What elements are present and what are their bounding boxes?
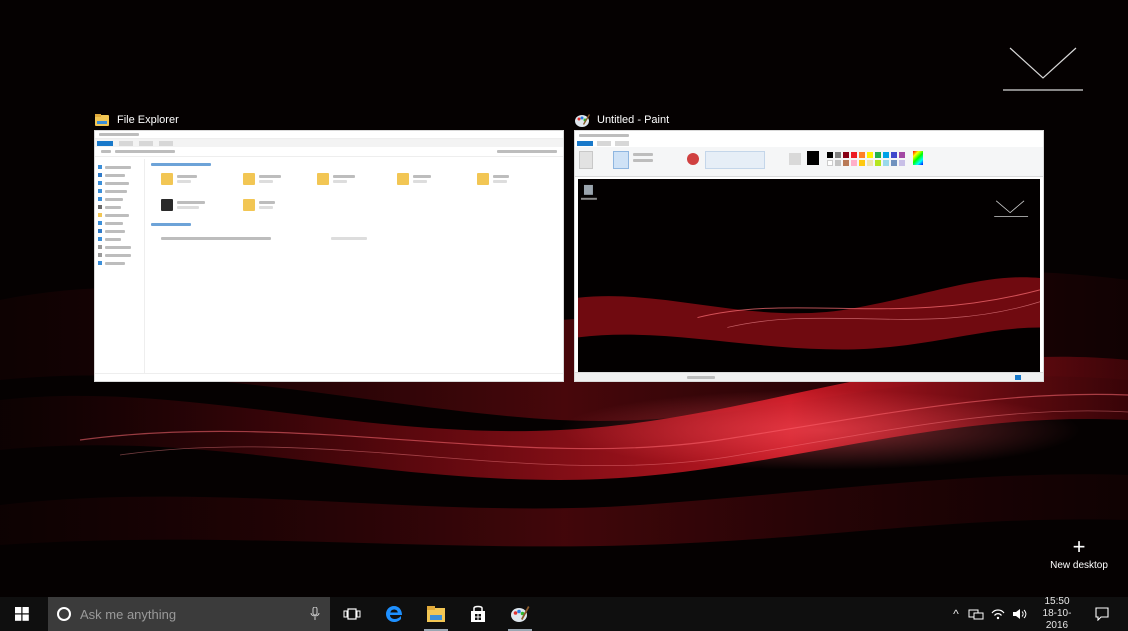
file-explorer-thumbnail[interactable] (94, 130, 564, 382)
paint-icon (511, 606, 530, 622)
volume-icon (1013, 609, 1027, 619)
window-title-bar: Untitled - Paint (574, 112, 669, 128)
task-view-icon (343, 608, 361, 620)
microphone-icon[interactable] (310, 607, 320, 621)
volume-tray-button[interactable] (1010, 597, 1030, 631)
clock[interactable]: 15:50 18-10-2016 (1032, 596, 1082, 631)
file-explorer-icon (427, 606, 445, 622)
new-desktop-button[interactable]: + New desktop (1046, 534, 1112, 572)
paint-taskbar-button[interactable] (502, 597, 538, 631)
network-icon (968, 609, 984, 620)
show-hidden-icons-button[interactable]: ^ (948, 597, 964, 631)
file-explorer-taskbar-button[interactable] (418, 597, 454, 631)
windows-start-icon (15, 607, 29, 621)
wifi-icon (991, 609, 1005, 620)
folder-icon (95, 114, 109, 126)
start-button[interactable] (0, 597, 44, 631)
paint-thumbnail[interactable] (574, 130, 1044, 382)
store-taskbar-button[interactable] (460, 597, 496, 631)
action-center-icon (1095, 607, 1109, 621)
new-desktop-label: New desktop (1050, 560, 1108, 571)
plus-icon: + (1072, 534, 1086, 559)
edge-taskbar-button[interactable] (376, 597, 412, 631)
store-icon (471, 605, 485, 622)
cortana-search-box[interactable] (48, 597, 330, 631)
window-title-bar: File Explorer (94, 112, 179, 128)
clock-date: 18-10-2016 (1042, 608, 1072, 631)
network-tray-button[interactable] (966, 597, 986, 631)
wifi-tray-button[interactable] (988, 597, 1008, 631)
window-title: Untitled - Paint (597, 114, 670, 126)
task-view-button[interactable] (334, 597, 370, 631)
search-input[interactable] (80, 606, 300, 622)
action-center-button[interactable] (1088, 597, 1116, 631)
paint-canvas (578, 179, 1040, 372)
window-title: File Explorer (117, 114, 179, 126)
paint-icon (575, 114, 590, 127)
edge-icon (386, 606, 402, 622)
cortana-circle-icon (57, 607, 71, 621)
clock-time: 15:50 (1044, 596, 1070, 607)
chevron-up-icon: ^ (953, 607, 959, 621)
taskbar: ^ 15:50 18-10-2016 (0, 596, 1128, 631)
